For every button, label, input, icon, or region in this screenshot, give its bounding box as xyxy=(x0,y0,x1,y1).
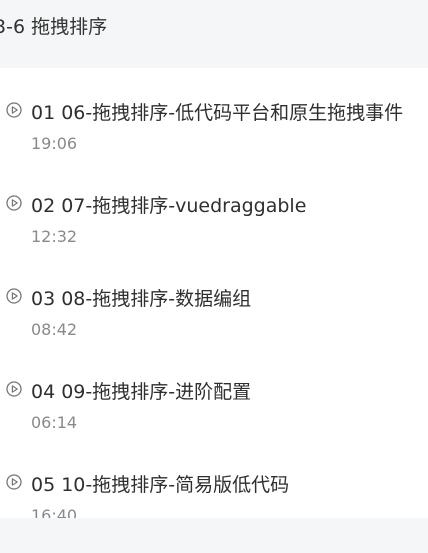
lesson-item-4[interactable]: 04 09-拖拽排序-进阶配置 06:14 xyxy=(0,347,428,432)
lesson-list: 01 06-拖拽排序-低代码平台和原生拖拽事件 19:06 02 07-拖拽排序… xyxy=(0,68,428,518)
lesson-title: 02 07-拖拽排序-vuedraggable xyxy=(31,195,307,217)
lesson-item-2[interactable]: 02 07-拖拽排序-vuedraggable 12:32 xyxy=(0,161,428,246)
lesson-item-5[interactable]: 05 10-拖拽排序-简易版低代码 16:40 xyxy=(0,440,428,518)
lesson-title: 05 10-拖拽排序-简易版低代码 xyxy=(31,474,290,496)
lesson-duration: 06:14 xyxy=(31,413,78,432)
lesson-title: 03 08-拖拽排序-数据编组 xyxy=(31,288,252,310)
play-circle-icon xyxy=(6,381,22,397)
section-header: 3-6 拖拽排序 xyxy=(0,0,428,68)
play-circle-icon xyxy=(6,474,22,490)
lesson-title: 01 06-拖拽排序-低代码平台和原生拖拽事件 xyxy=(31,102,404,124)
play-circle-icon xyxy=(6,288,22,304)
lesson-title: 04 09-拖拽排序-进阶配置 xyxy=(31,381,252,403)
lesson-duration: 12:32 xyxy=(31,227,78,246)
lesson-duration: 08:42 xyxy=(31,320,78,339)
lesson-duration: 19:06 xyxy=(31,134,78,153)
play-circle-icon xyxy=(6,102,22,118)
lesson-duration: 16:40 xyxy=(31,506,78,518)
play-circle-icon xyxy=(6,195,22,211)
lesson-item-3[interactable]: 03 08-拖拽排序-数据编组 08:42 xyxy=(0,254,428,339)
section-title: 3-6 拖拽排序 xyxy=(0,16,108,38)
list-footer xyxy=(0,518,428,553)
lesson-item-1[interactable]: 01 06-拖拽排序-低代码平台和原生拖拽事件 19:06 xyxy=(0,68,428,153)
